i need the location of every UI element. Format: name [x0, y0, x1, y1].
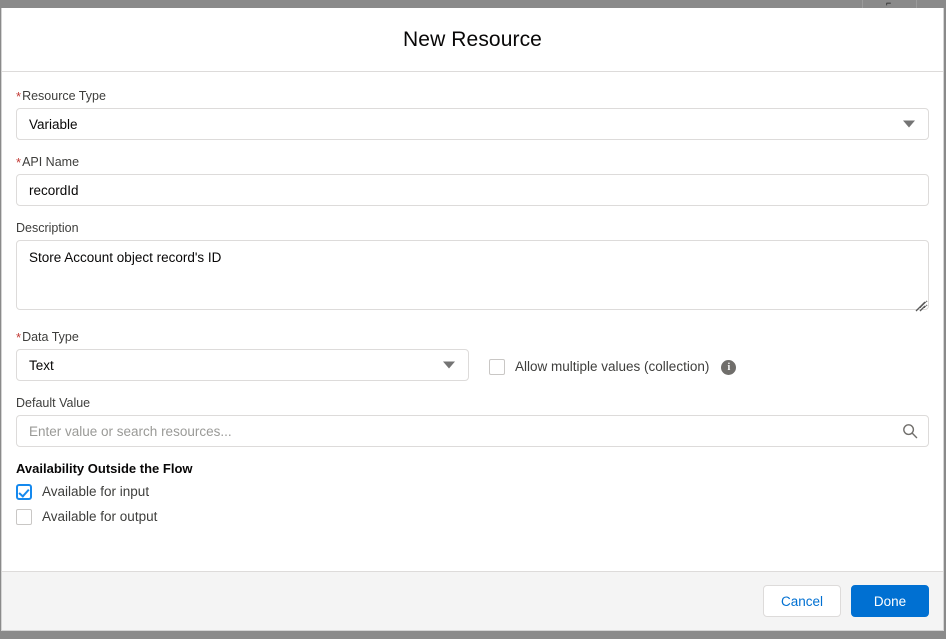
data-type-label: *Data Type	[16, 329, 469, 345]
required-asterisk: *	[16, 330, 22, 345]
chevron-down-icon	[903, 120, 915, 128]
field-resource-type: *Resource Type Variable	[16, 88, 929, 140]
description-input-wrap: Store Account object record's ID	[16, 240, 929, 315]
allow-multiple-checkbox[interactable]	[489, 359, 505, 375]
background-bottom-strip	[0, 631, 946, 639]
background-top-strip: ⌐	[0, 0, 946, 8]
cancel-button[interactable]: Cancel	[763, 585, 841, 617]
data-type-column: *Data Type Text	[16, 329, 469, 381]
description-textarea[interactable]: Store Account object record's ID	[16, 240, 929, 310]
available-for-output-label: Available for output	[42, 509, 158, 524]
required-asterisk: *	[16, 155, 22, 170]
allow-multiple-label: Allow multiple values (collection)	[515, 359, 710, 374]
page-title: New Resource	[403, 27, 542, 51]
availability-section: Availability Outside the Flow Available …	[16, 461, 929, 529]
modal-footer: Cancel Done	[2, 571, 943, 630]
api-name-label-text: API Name	[22, 155, 80, 169]
chevron-down-icon	[443, 361, 455, 369]
field-api-name: *API Name	[16, 154, 929, 206]
modal-body: *Resource Type Variable *API Name Descri…	[2, 72, 943, 571]
available-for-input-checkbox[interactable]	[16, 484, 32, 500]
resource-type-label: *Resource Type	[16, 88, 929, 104]
resource-type-select[interactable]: Variable	[16, 108, 929, 140]
field-description: Description Store Account object record'…	[16, 220, 929, 315]
default-value-input-wrap	[16, 415, 929, 447]
default-value-input[interactable]	[16, 415, 929, 447]
info-icon[interactable]: i	[721, 359, 737, 375]
api-name-input-wrap	[16, 174, 929, 206]
background-seam-divider-2	[916, 0, 917, 8]
availability-option-output: Available for output	[16, 505, 929, 529]
resource-type-value: Variable	[29, 116, 78, 132]
field-default-value: Default Value	[16, 395, 929, 447]
default-value-label: Default Value	[16, 396, 91, 410]
availability-option-input: Available for input	[16, 480, 929, 504]
done-button[interactable]: Done	[851, 585, 929, 617]
search-icon[interactable]	[902, 423, 918, 439]
required-asterisk: *	[16, 89, 22, 104]
description-label: Description	[16, 221, 79, 235]
background-glyph: ⌐	[886, 0, 892, 8]
available-for-input-label: Available for input	[42, 484, 150, 499]
api-name-label: *API Name	[16, 154, 929, 170]
api-name-input[interactable]	[16, 174, 929, 206]
field-data-type-row: *Data Type Text Allow multiple values (c…	[16, 329, 929, 381]
data-type-label-text: Data Type	[22, 330, 79, 344]
new-resource-modal: New Resource *Resource Type Variable *AP…	[1, 8, 944, 631]
data-type-select[interactable]: Text	[16, 349, 469, 381]
data-type-value: Text	[29, 357, 54, 373]
allow-multiple-column: Allow multiple values (collection) i	[469, 329, 929, 375]
modal-header: New Resource	[2, 8, 943, 72]
availability-section-title: Availability Outside the Flow	[16, 461, 193, 476]
available-for-output-checkbox[interactable]	[16, 509, 32, 525]
resource-type-label-text: Resource Type	[22, 89, 106, 103]
background-seam-divider	[862, 0, 863, 8]
